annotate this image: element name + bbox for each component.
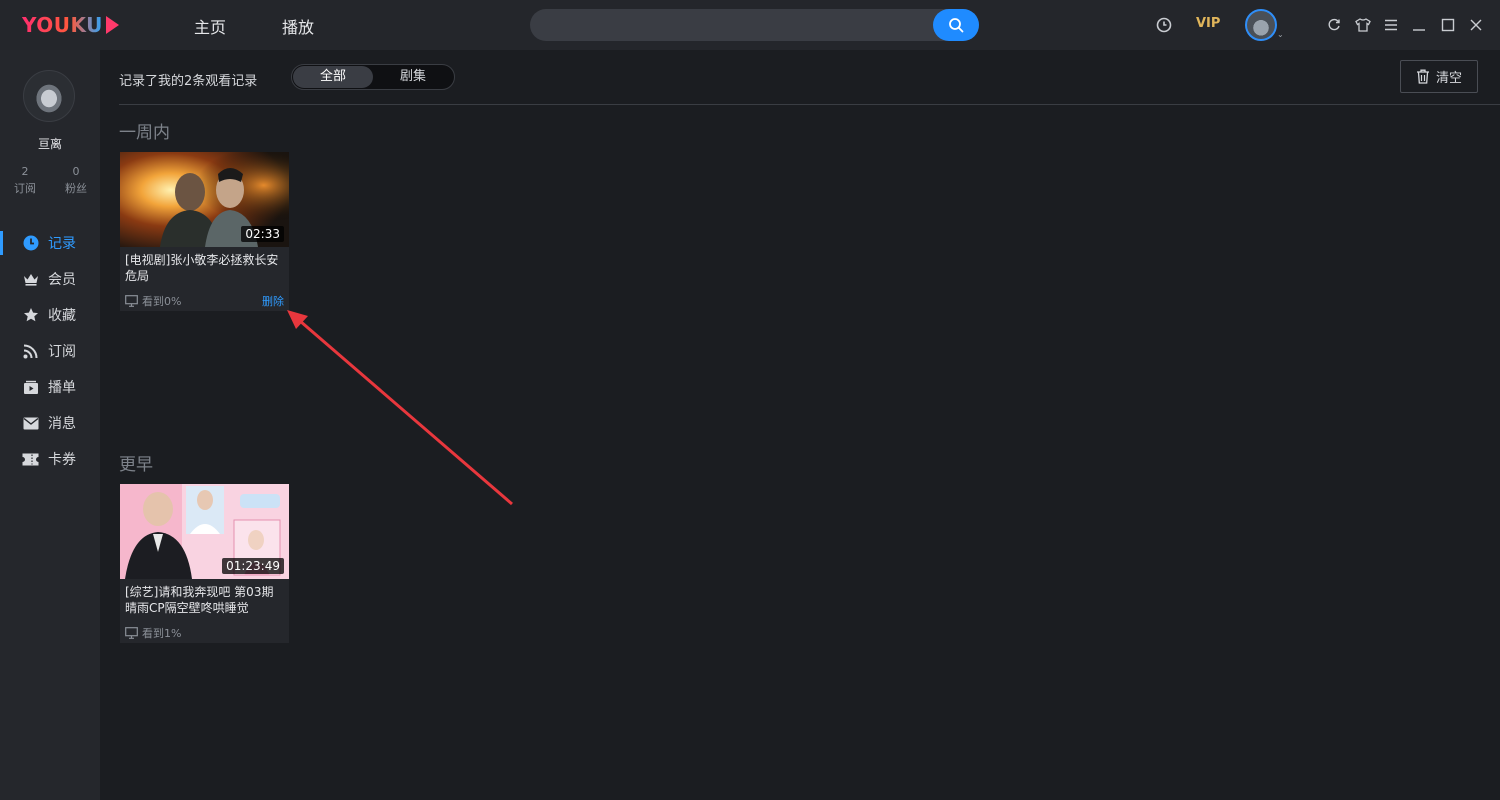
video-title[interactable]: [电视剧]张小敬李必拯救长安危局 <box>125 252 285 284</box>
sidebar-item-favorites[interactable]: 收藏 <box>0 297 100 333</box>
filter-all[interactable]: 全部 <box>293 66 373 88</box>
monitor-icon <box>125 627 138 639</box>
sidebar-item-label: 记录 <box>48 236 76 252</box>
video-duration: 01:23:49 <box>222 558 284 574</box>
maximize-icon[interactable] <box>1439 16 1457 34</box>
delete-link[interactable]: 删除 <box>262 293 284 309</box>
subscription-count: 2 <box>21 165 29 178</box>
chevron-down-icon[interactable]: ⌄ <box>1277 30 1284 39</box>
menu-icon[interactable] <box>1382 16 1400 34</box>
history-summary: 记录了我的2条观看记录 <box>119 74 258 89</box>
rss-icon <box>22 343 39 360</box>
minimize-icon[interactable] <box>1410 16 1428 34</box>
progress-text: 看到1% <box>142 627 182 640</box>
video-duration: 02:33 <box>241 226 284 242</box>
subscription-label: 订阅 <box>14 182 36 195</box>
nav-home[interactable]: 主页 <box>194 14 226 38</box>
refresh-icon[interactable] <box>1325 16 1343 34</box>
subscription-stat[interactable]: 2 订阅 <box>5 163 45 197</box>
watch-progress: 看到0% <box>125 293 181 309</box>
monitor-icon <box>125 295 138 307</box>
sidebar-item-label: 订阅 <box>48 344 76 360</box>
search-box <box>530 9 979 41</box>
title-bar: YOUKU 主页 播放 VIP ⌄ <box>0 0 1500 50</box>
search-button[interactable] <box>933 9 979 41</box>
logo-arrow-icon <box>105 16 119 34</box>
filter-toggle: 全部 剧集 <box>291 64 455 90</box>
profile-avatar[interactable] <box>23 70 75 122</box>
filter-series[interactable]: 剧集 <box>373 66 453 88</box>
sidebar: 亘离 2 订阅 0 粉丝 记录 会员 收藏 订阅 播单 消息 卡券 <box>0 50 100 800</box>
fans-stat[interactable]: 0 粉丝 <box>56 163 96 197</box>
vip-link[interactable]: VIP <box>1196 16 1220 31</box>
user-avatar[interactable] <box>1245 9 1277 41</box>
sidebar-item-label: 卡券 <box>48 452 76 468</box>
clear-label: 清空 <box>1435 71 1462 86</box>
youku-logo[interactable]: YOUKU <box>22 12 119 38</box>
close-icon[interactable] <box>1467 16 1485 34</box>
video-thumbnail[interactable]: 01:23:49 <box>120 484 289 579</box>
clear-history-button[interactable]: 清空 <box>1400 60 1478 93</box>
mail-icon <box>22 415 39 432</box>
video-card[interactable]: 01:23:49 [综艺]请和我奔现吧 第03期 晴雨CP隔空壁咚哄睡觉 看到1… <box>120 484 289 643</box>
search-icon <box>949 18 964 33</box>
video-thumbnail[interactable]: 02:33 <box>120 152 289 247</box>
logo-text: YOUKU <box>22 13 103 37</box>
video-card[interactable]: 02:33 [电视剧]张小敬李必拯救长安危局 看到0% 删除 <box>120 152 289 311</box>
sidebar-menu: 记录 会员 收藏 订阅 播单 消息 卡券 <box>0 225 100 477</box>
sidebar-item-messages[interactable]: 消息 <box>0 405 100 441</box>
fans-count: 0 <box>72 165 80 178</box>
skin-shirt-icon[interactable] <box>1354 16 1372 34</box>
video-title[interactable]: [综艺]请和我奔现吧 第03期 晴雨CP隔空壁咚哄睡觉 <box>125 584 285 616</box>
history-clock-icon[interactable] <box>1155 16 1173 34</box>
ticket-icon <box>22 451 39 468</box>
username[interactable]: 亘离 <box>0 135 100 152</box>
fans-label: 粉丝 <box>65 182 87 195</box>
sidebar-item-label: 消息 <box>48 416 76 432</box>
sidebar-item-subscriptions[interactable]: 订阅 <box>0 333 100 369</box>
top-nav: 主页 播放 <box>194 14 314 38</box>
sidebar-item-history[interactable]: 记录 <box>0 225 100 261</box>
star-icon <box>22 307 39 324</box>
sidebar-item-label: 播单 <box>48 380 76 396</box>
annotation-arrow <box>287 310 513 506</box>
sidebar-item-playlists[interactable]: 播单 <box>0 369 100 405</box>
header-divider <box>119 104 1500 105</box>
section-title-week: 一周内 <box>119 123 170 143</box>
clock-icon <box>22 235 39 252</box>
sidebar-item-vip[interactable]: 会员 <box>0 261 100 297</box>
search-input[interactable] <box>544 15 924 35</box>
progress-text: 看到0% <box>142 295 182 308</box>
sidebar-item-label: 会员 <box>48 272 76 288</box>
trash-icon <box>1416 69 1429 84</box>
sidebar-item-coupons[interactable]: 卡券 <box>0 441 100 477</box>
section-title-earlier: 更早 <box>119 455 153 475</box>
watch-progress: 看到1% <box>125 625 181 641</box>
playlist-icon <box>22 379 39 396</box>
nav-play[interactable]: 播放 <box>282 14 314 38</box>
sidebar-item-label: 收藏 <box>48 308 76 324</box>
crown-icon <box>22 271 39 288</box>
